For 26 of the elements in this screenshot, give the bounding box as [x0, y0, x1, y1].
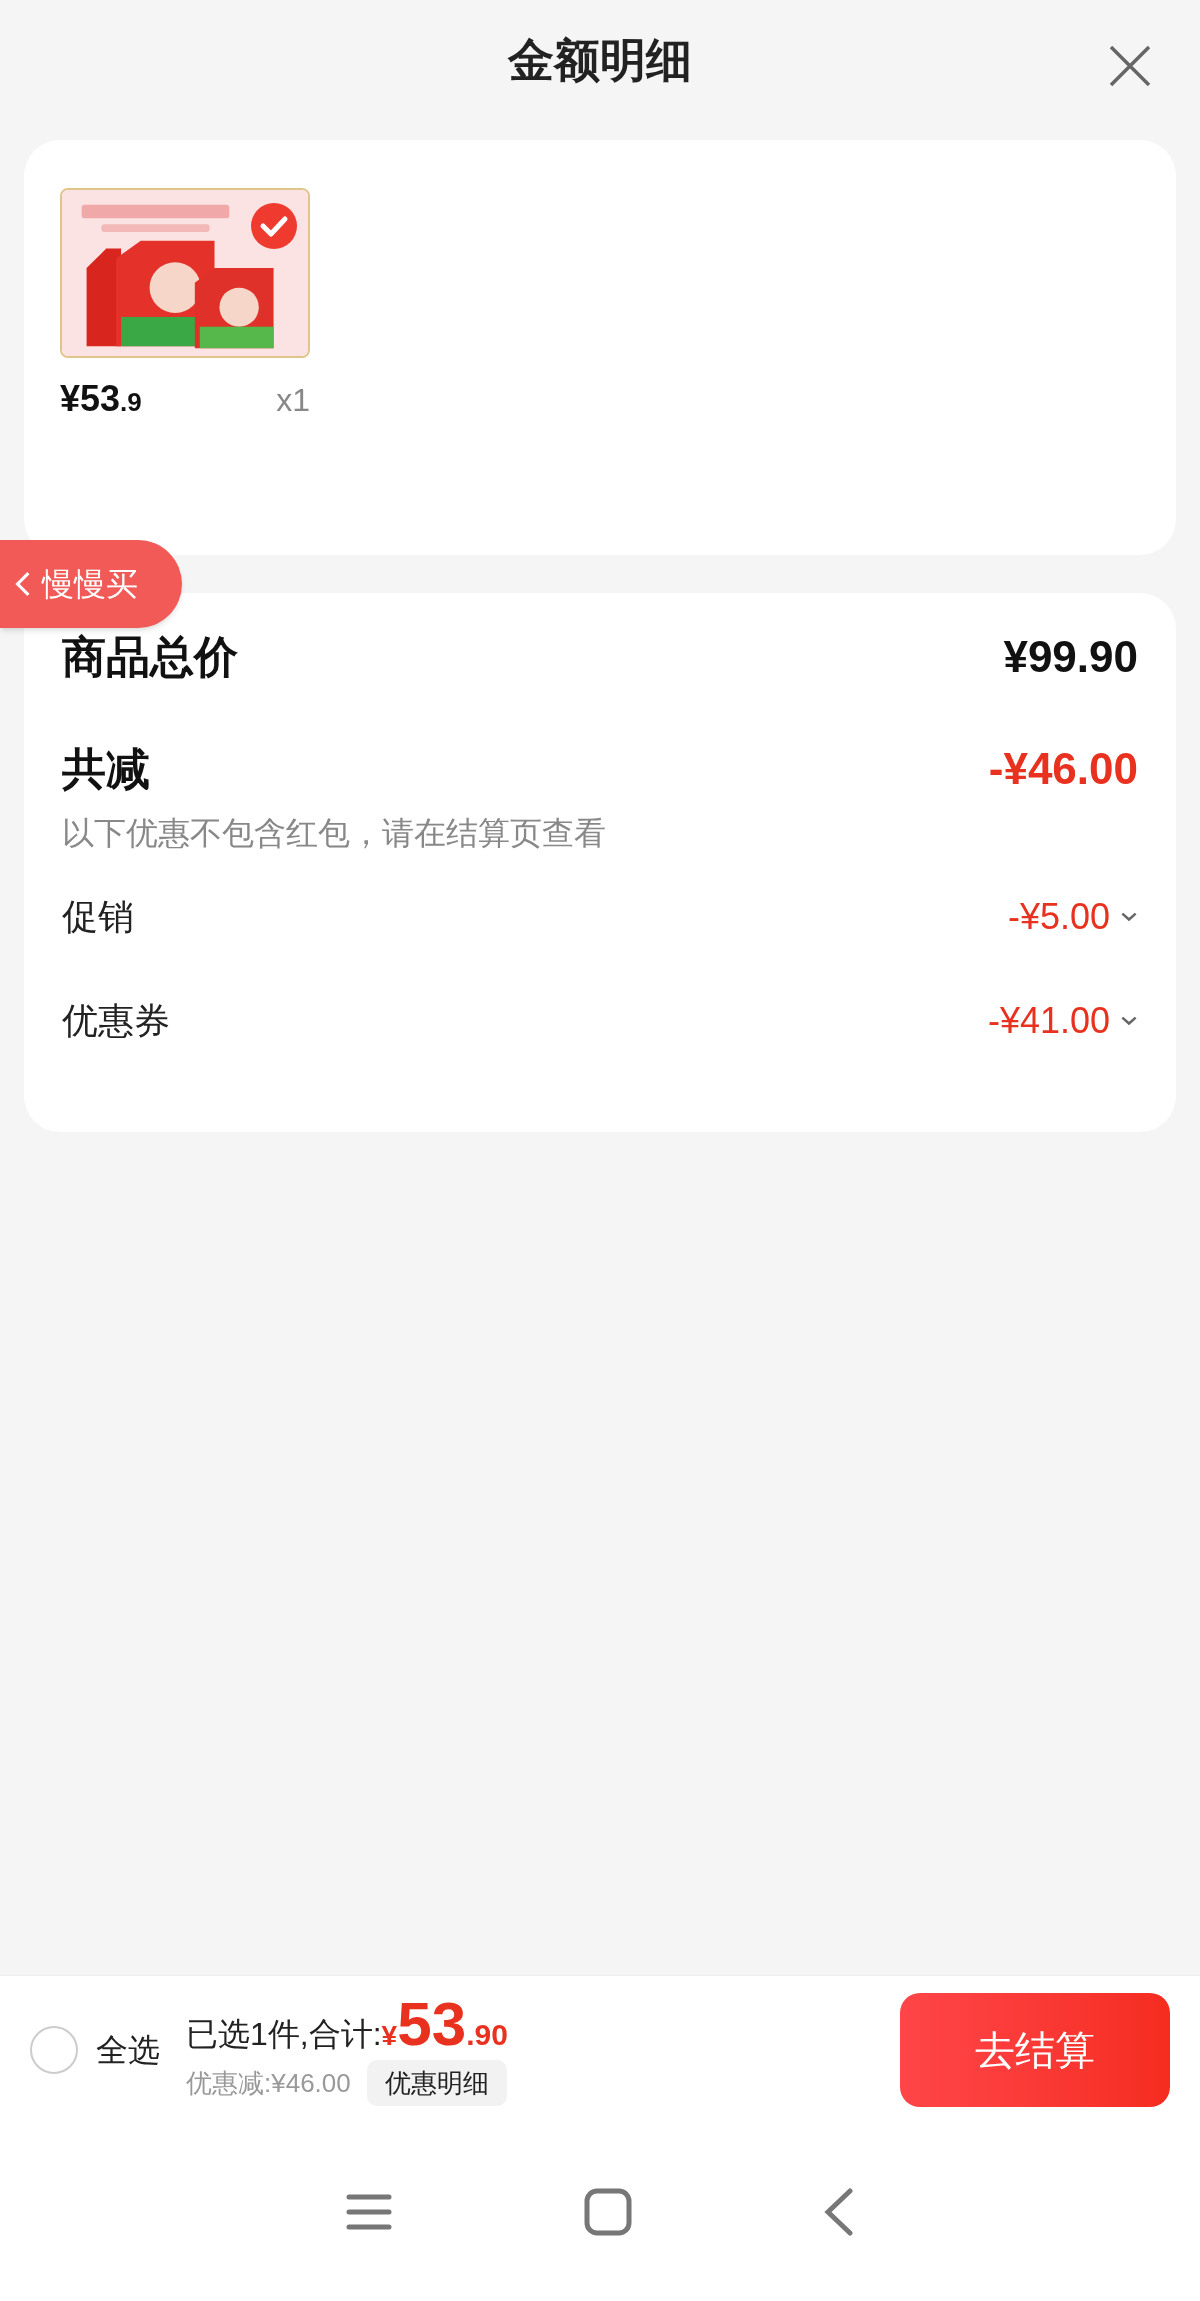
select-all-label: 全选: [96, 2030, 160, 2070]
product-price: ¥53.9: [60, 377, 142, 421]
total-value: ¥99.90: [1003, 631, 1138, 683]
discount-note: 以下优惠不包含红包，请在结算页查看: [62, 814, 607, 853]
discount-label: 促销: [62, 895, 134, 939]
discount-amount[interactable]: -¥41.00: [987, 994, 1138, 1048]
home-icon[interactable]: [584, 2188, 632, 2236]
menu-icon[interactable]: [346, 2192, 392, 2232]
selected-summary: 已选1件,合计:: [186, 2015, 382, 2054]
reduction-label: 共减: [62, 743, 150, 795]
discount-detail-button[interactable]: 优惠明细: [366, 2060, 507, 2106]
product-quantity: x1: [276, 381, 310, 420]
checkmark-icon[interactable]: [250, 202, 298, 250]
discount-label: 优惠券: [62, 999, 170, 1043]
chevron-left-icon: [14, 570, 32, 598]
saved-amount: 优惠减:¥46.00: [186, 2066, 351, 2100]
reduction-value: -¥46.00: [988, 743, 1138, 795]
discount-amount[interactable]: -¥5.00: [1007, 890, 1138, 944]
total-price: ¥53.90: [381, 1993, 508, 2057]
close-icon[interactable]: [1108, 44, 1152, 88]
total-label: 商品总价: [62, 631, 238, 683]
checkout-button[interactable]: 去结算: [900, 1992, 1170, 2107]
back-tab-button[interactable]: 慢慢买: [0, 540, 182, 628]
back-icon[interactable]: [824, 2188, 854, 2236]
sheet-title: 金额明细: [508, 32, 692, 88]
select-all-checkbox[interactable]: [30, 2025, 78, 2074]
